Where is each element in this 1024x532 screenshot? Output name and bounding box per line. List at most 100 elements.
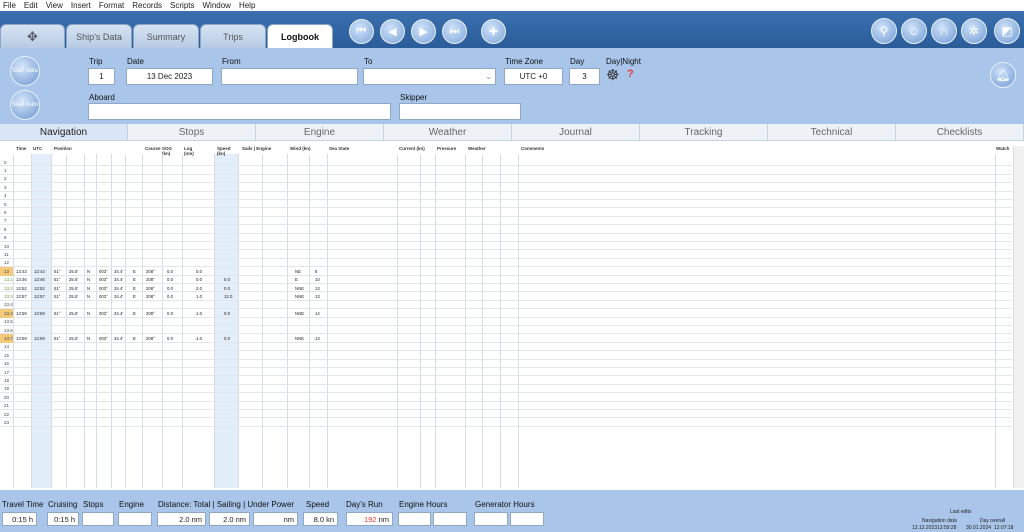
cell-ew[interactable]: E xyxy=(133,284,136,292)
cell-lat[interactable]: 51° xyxy=(54,309,61,317)
cell-wkn[interactable]: 13 xyxy=(315,334,320,342)
last-record-icon[interactable]: ⏭ xyxy=(442,19,467,44)
search-icon[interactable]: ⚲ xyxy=(871,18,897,44)
section-tab[interactable]: Technical xyxy=(768,124,896,140)
cell-course[interactable]: 208° xyxy=(146,284,155,292)
cell-log[interactable]: 1.0 xyxy=(196,334,202,342)
cell-speed[interactable]: 0.0 xyxy=(224,284,230,292)
section-tab[interactable]: Weather xyxy=(384,124,512,140)
cell-speed[interactable]: 12.0 xyxy=(224,292,232,300)
cell-latm[interactable]: 25.5' xyxy=(69,309,78,317)
tab-logbook[interactable]: Logbook xyxy=(267,24,333,48)
to-select[interactable]: ⌄ xyxy=(363,68,496,85)
cell-latm[interactable]: 25.5' xyxy=(69,267,78,275)
user-icon[interactable]: ☺ xyxy=(901,18,927,44)
cell-wind[interactable]: NNE xyxy=(295,292,304,300)
cell-latm[interactable]: 25.5' xyxy=(69,334,78,342)
cell-lat[interactable]: 51° xyxy=(54,267,61,275)
from-field[interactable] xyxy=(221,68,358,85)
cell-lon[interactable]: 003° xyxy=(99,292,108,300)
cell-ew[interactable]: E xyxy=(133,276,136,284)
table-row[interactable] xyxy=(0,166,1012,175)
menu-item[interactable]: Window xyxy=(203,1,231,10)
cell-speed[interactable]: 0.0 xyxy=(224,276,230,284)
cell-lonm[interactable]: 34.4' xyxy=(114,267,123,275)
cell-lat[interactable]: 51° xyxy=(54,276,61,284)
menu-item[interactable]: Scripts xyxy=(170,1,194,10)
table-row[interactable] xyxy=(0,301,1012,310)
cell-lonm[interactable]: 34.4' xyxy=(114,334,123,342)
tab-home[interactable]: ✥ xyxy=(0,24,65,48)
add-record-icon[interactable]: ✚ xyxy=(481,19,506,44)
table-row[interactable] xyxy=(0,175,1012,184)
cell-time[interactable]: 13:57 xyxy=(16,292,27,300)
section-tab[interactable]: Tracking xyxy=(640,124,768,140)
table-row[interactable] xyxy=(0,318,1012,326)
cell-ew[interactable]: E xyxy=(133,309,136,317)
cell-lat[interactable]: 51° xyxy=(54,284,61,292)
cell-latm[interactable]: 25.5' xyxy=(69,276,78,284)
table-row[interactable] xyxy=(0,326,1012,335)
cell-time[interactable]: 13:46 xyxy=(16,276,27,284)
section-tab[interactable]: Navigation xyxy=(0,124,128,140)
cell-wkn[interactable]: 8 xyxy=(315,267,317,275)
cell-log[interactable]: 1.0 xyxy=(196,309,202,317)
start-auto-button[interactable]: Start Auto xyxy=(10,90,40,120)
cell-course[interactable]: 208° xyxy=(146,267,155,275)
cell-log[interactable]: 0.0 xyxy=(196,276,202,284)
table-row[interactable] xyxy=(0,385,1012,394)
day-field[interactable]: 3 xyxy=(569,68,600,85)
table-row[interactable] xyxy=(0,250,1012,259)
section-tab[interactable]: Engine xyxy=(256,124,384,140)
tab-ships-data[interactable]: Ship's Data xyxy=(66,24,132,48)
cell-course[interactable]: 208° xyxy=(146,292,155,300)
table-row[interactable] xyxy=(0,418,1012,427)
table-row[interactable] xyxy=(0,393,1012,402)
cell-wkn[interactable]: 13 xyxy=(315,292,320,300)
table-row[interactable] xyxy=(0,192,1012,200)
cell-lonm[interactable]: 34.4' xyxy=(114,309,123,317)
cell-lonm[interactable]: 34.4' xyxy=(114,292,123,300)
menu-item[interactable]: Help xyxy=(239,1,255,10)
cell-lon[interactable]: 003° xyxy=(99,284,108,292)
cell-ns[interactable]: N xyxy=(87,309,90,317)
cell-lat[interactable]: 51° xyxy=(54,334,61,342)
cell-latm[interactable]: 25.5' xyxy=(69,292,78,300)
menu-item[interactable]: Records xyxy=(132,1,162,10)
table-row[interactable] xyxy=(0,183,1012,192)
cell-speed[interactable]: 0.0 xyxy=(224,309,230,317)
cell-ew[interactable]: E xyxy=(133,334,136,342)
table-row[interactable] xyxy=(0,343,1012,352)
start-data-button[interactable]: Start data xyxy=(10,56,40,86)
cell-ns[interactable]: N xyxy=(87,276,90,284)
table-row[interactable] xyxy=(0,351,1012,360)
cell-ns[interactable]: N xyxy=(87,334,90,342)
next-record-icon[interactable]: ▶ xyxy=(411,19,436,44)
date-field[interactable]: 13 Dec 2023 xyxy=(126,68,213,85)
table-row[interactable] xyxy=(0,200,1012,209)
cell-time[interactable]: 13:59 xyxy=(16,309,27,317)
table-row[interactable] xyxy=(0,208,1012,217)
aboard-field[interactable] xyxy=(88,103,391,120)
section-tab[interactable]: Journal xyxy=(512,124,640,140)
cell-ew[interactable]: E xyxy=(133,267,136,275)
cell-time[interactable]: 13:52 xyxy=(16,284,27,292)
cell-log[interactable]: 1.0 xyxy=(196,292,202,300)
cell-wind[interactable]: E xyxy=(295,276,298,284)
cell-sog[interactable]: 0.0 xyxy=(167,334,173,342)
cell-sog[interactable]: 0.0 xyxy=(167,267,173,275)
cell-lon[interactable]: 003° xyxy=(99,334,108,342)
vertical-scrollbar[interactable] xyxy=(1013,146,1024,488)
trip-field[interactable]: 1 xyxy=(88,68,115,85)
cell-wkn[interactable]: 13 xyxy=(315,284,320,292)
cell-log[interactable]: 2.0 xyxy=(196,284,202,292)
menu-item[interactable]: View xyxy=(46,1,63,10)
magnet-icon[interactable]: ∩ xyxy=(931,18,957,44)
section-tab[interactable]: Stops xyxy=(128,124,256,140)
menu-item[interactable]: Format xyxy=(99,1,124,10)
table-row[interactable] xyxy=(0,242,1012,251)
table-row[interactable] xyxy=(0,368,1012,377)
cell-lonm[interactable]: 34.4' xyxy=(114,284,123,292)
tab-summary[interactable]: Summary xyxy=(133,24,199,48)
tab-trips[interactable]: Trips xyxy=(200,24,266,48)
